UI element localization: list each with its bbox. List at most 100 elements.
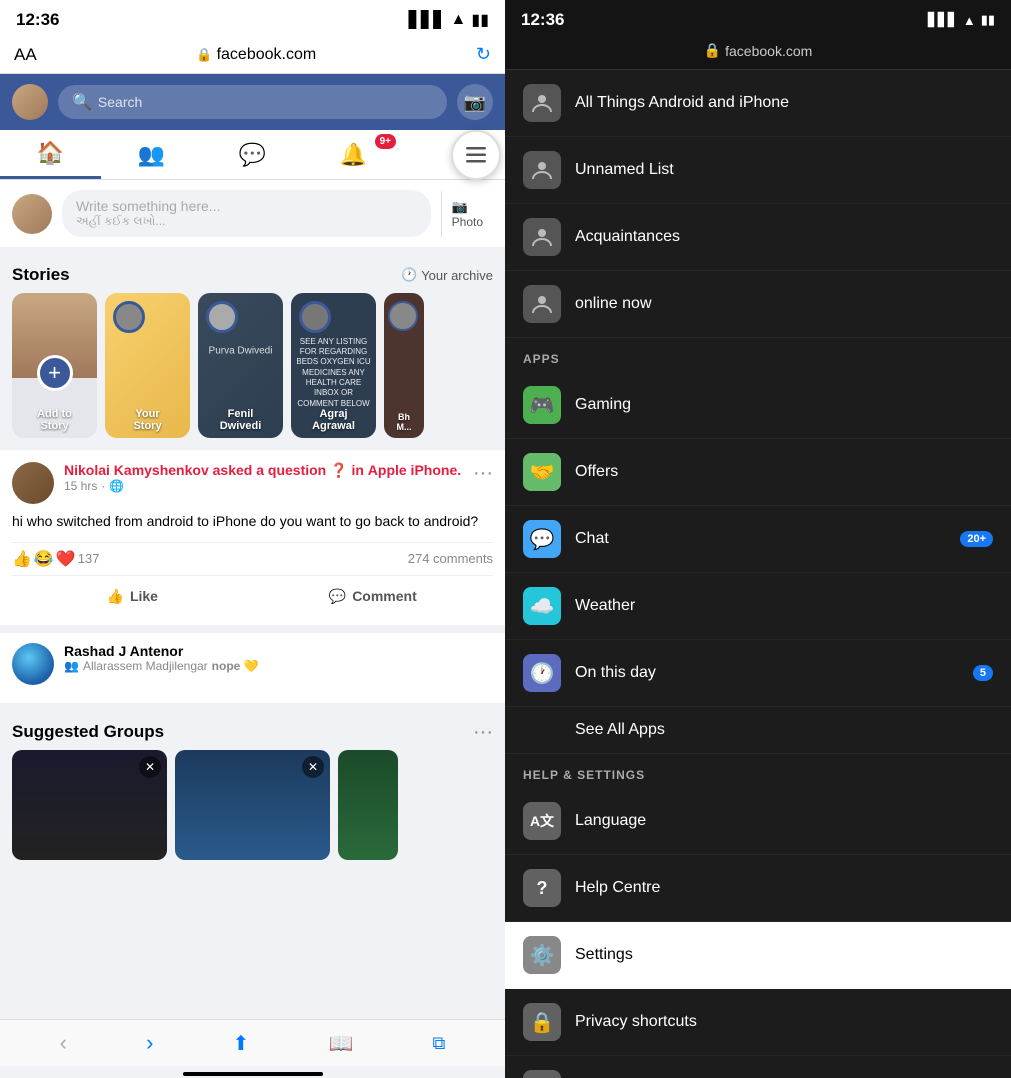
weather-icon: ☁️ bbox=[523, 587, 561, 625]
menu-item-see-all-apps[interactable]: See All Apps bbox=[505, 707, 1011, 754]
chat-icon: 💬 bbox=[523, 520, 561, 558]
reaction-emojis: 👍 😂 ❤️ 137 bbox=[12, 549, 99, 569]
forward-button[interactable]: › bbox=[146, 1030, 153, 1056]
comment-count: 274 comments bbox=[408, 551, 493, 566]
fenil-story-label: FenilDwivedi bbox=[198, 408, 283, 432]
browser-bottom-bar: ‹ › ⬆ 📖 ⧉ bbox=[0, 1019, 505, 1066]
camera-button[interactable]: 📷 bbox=[457, 84, 493, 120]
right-url-bar[interactable]: 🔒 facebook.com bbox=[505, 36, 1011, 70]
search-icon: 🔍 bbox=[72, 92, 92, 112]
hamburger-menu-button[interactable] bbox=[451, 130, 501, 180]
menu-item-privacy[interactable]: 🔒 Privacy shortcuts bbox=[505, 989, 1011, 1056]
group-card-1[interactable]: ✕ bbox=[12, 750, 167, 860]
nav-friends[interactable]: 👥 bbox=[101, 130, 202, 179]
post-author-name: Nikolai Kamyshenkov asked a question ❓ i… bbox=[64, 462, 463, 479]
comment-button[interactable]: 💬 Comment bbox=[253, 580, 494, 613]
nav-messenger[interactable]: 💬 bbox=[202, 130, 303, 179]
right-signal-icon: ▋▋▋ bbox=[928, 12, 958, 28]
section-apps-label: APPS bbox=[505, 338, 1011, 372]
chat-label: Chat bbox=[575, 530, 946, 548]
group-card-3[interactable] bbox=[338, 750, 398, 860]
menu-item-acquaintances[interactable]: Acquaintances bbox=[505, 204, 1011, 271]
post-meta: 15 hrs · 🌐 bbox=[64, 479, 463, 493]
group-close-2[interactable]: ✕ bbox=[302, 756, 324, 778]
stories-header: Stories 🕐 Your archive bbox=[0, 255, 505, 293]
fb-profile-avatar[interactable] bbox=[12, 84, 48, 120]
group-card-2[interactable]: ✕ bbox=[175, 750, 330, 860]
menu-list: All Things Android and iPhone Unnamed Li… bbox=[505, 70, 1011, 1078]
post-more-button[interactable]: ··· bbox=[473, 462, 493, 485]
stories-archive[interactable]: 🕐 Your archive bbox=[401, 267, 493, 283]
settings-label: Settings bbox=[575, 946, 993, 964]
group-close-1[interactable]: ✕ bbox=[139, 756, 161, 778]
online-now-label: online now bbox=[575, 295, 993, 313]
menu-item-offers[interactable]: 🤝 Offers bbox=[505, 439, 1011, 506]
menu-item-chat[interactable]: 💬 Chat 20+ bbox=[505, 506, 1011, 573]
unnamed-list-label: Unnamed List bbox=[575, 161, 993, 179]
home-indicator bbox=[183, 1072, 323, 1076]
search-text: Search bbox=[98, 94, 142, 110]
nav-home[interactable]: 🏠 bbox=[0, 130, 101, 179]
stories-row: + Add toStory YourStory Purva Dwivedi Fe… bbox=[0, 293, 505, 450]
url-text: facebook.com bbox=[217, 46, 317, 64]
back-button[interactable]: ‹ bbox=[60, 1030, 67, 1056]
menu-item-weather[interactable]: ☁️ Weather bbox=[505, 573, 1011, 640]
second-post-meta: 👥 Allarassem Madjilengar nope 💛 bbox=[64, 659, 493, 673]
post-input[interactable]: Write something here... અહીં કઈક લખો... bbox=[62, 190, 431, 237]
second-post-card: Rashad J Antenor 👥 Allarassem Madjilenga… bbox=[0, 633, 505, 703]
offers-icon: 🤝 bbox=[523, 453, 561, 491]
second-post-avatar bbox=[12, 643, 54, 685]
right-wifi-icon: ▲ bbox=[963, 13, 976, 28]
battery-icon: ▮▮ bbox=[471, 10, 489, 30]
help-centre-icon: ? bbox=[523, 869, 561, 907]
partial-story-label: BhM... bbox=[384, 412, 424, 432]
menu-item-all-things[interactable]: All Things Android and iPhone bbox=[505, 70, 1011, 137]
menu-item-on-this-day[interactable]: 🕐 On this day 5 bbox=[505, 640, 1011, 707]
weather-label: Weather bbox=[575, 597, 993, 615]
menu-item-gaming[interactable]: 🎮 Gaming bbox=[505, 372, 1011, 439]
post-user-avatar bbox=[12, 194, 52, 234]
notifications-badge: 9+ bbox=[375, 134, 396, 149]
url-bar[interactable]: AA 🔒 facebook.com ↻ bbox=[0, 36, 505, 74]
agraj-story-label: AgrajAgrawal bbox=[291, 408, 376, 432]
like-button[interactable]: 👍 Like bbox=[12, 580, 253, 613]
menu-item-unnamed-list[interactable]: Unnamed List bbox=[505, 137, 1011, 204]
agraj-story-card[interactable]: SEE ANY LISTING FOR REGARDING BEDS OXYGE… bbox=[291, 293, 376, 438]
post-composer: Write something here... અહીં કઈક લખો... … bbox=[0, 180, 505, 247]
heart-emoji: ❤️ bbox=[56, 549, 76, 569]
right-status-time: 12:36 bbox=[521, 10, 564, 30]
second-post-name: Rashad J Antenor bbox=[64, 643, 493, 659]
aa-label: AA bbox=[14, 45, 37, 65]
fb-search-box[interactable]: 🔍 Search bbox=[58, 85, 447, 119]
url-display[interactable]: 🔒 facebook.com bbox=[196, 46, 316, 64]
terms-icon: 📋 bbox=[523, 1070, 561, 1078]
partial-story-card[interactable]: BhM... bbox=[384, 293, 424, 438]
menu-item-online-now[interactable]: online now bbox=[505, 271, 1011, 338]
photo-button[interactable]: 📷 Photo bbox=[441, 191, 493, 237]
your-story-card[interactable]: YourStory bbox=[105, 293, 190, 438]
refresh-icon[interactable]: ↻ bbox=[476, 44, 491, 65]
privacy-label: Privacy shortcuts bbox=[575, 1013, 993, 1031]
laugh-emoji: 😂 bbox=[34, 549, 54, 569]
stories-section: Stories 🕐 Your archive + Add toStory You… bbox=[0, 255, 505, 450]
nav-notifications[interactable]: 🔔 9+ bbox=[303, 130, 404, 179]
add-story-card[interactable]: + Add toStory bbox=[12, 293, 97, 438]
gaming-icon: 🎮 bbox=[523, 386, 561, 424]
post-actions: 👍 Like 💬 Comment bbox=[12, 580, 493, 613]
right-url-text: facebook.com bbox=[725, 43, 812, 59]
gaming-label: Gaming bbox=[575, 396, 993, 414]
left-panel: 12:36 ▋▋▋ ▲ ▮▮ AA 🔒 facebook.com ↻ 🔍 Sea… bbox=[0, 0, 505, 1078]
language-label: Language bbox=[575, 812, 993, 830]
stories-title: Stories bbox=[12, 265, 70, 285]
fenil-story-card[interactable]: Purva Dwivedi FenilDwivedi bbox=[198, 293, 283, 438]
menu-item-terms[interactable]: 📋 Terms & Policies bbox=[505, 1056, 1011, 1078]
menu-item-language[interactable]: A文 Language bbox=[505, 788, 1011, 855]
all-things-icon bbox=[523, 84, 561, 122]
share-button[interactable]: ⬆ bbox=[233, 1031, 250, 1056]
menu-item-help-centre[interactable]: ? Help Centre bbox=[505, 855, 1011, 922]
menu-item-settings[interactable]: ⚙️ Settings bbox=[505, 922, 1011, 989]
suggested-groups-more[interactable]: ··· bbox=[473, 721, 493, 744]
tabs-button[interactable]: ⧉ bbox=[433, 1033, 446, 1054]
globe-icon: 🌐 bbox=[109, 479, 124, 493]
bookmarks-button[interactable]: 📖 bbox=[328, 1031, 353, 1056]
